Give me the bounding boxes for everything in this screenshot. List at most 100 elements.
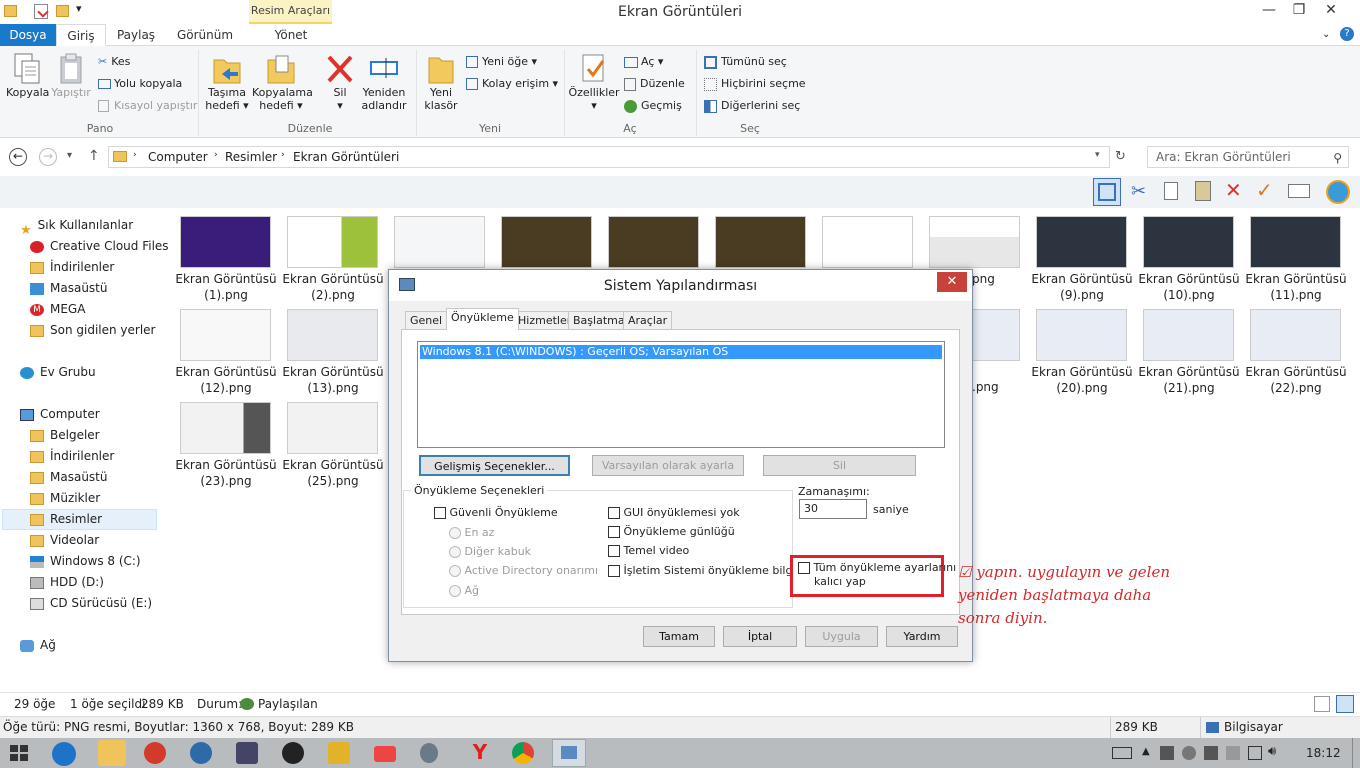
timeout-input[interactable]: 30 [799,499,867,519]
globe-icon[interactable] [1326,180,1350,204]
tab-paylas[interactable]: Paylaş [110,24,162,46]
forward-arrow-icon[interactable]: → [39,148,57,166]
select-none-button[interactable]: Hiçbirini seçme [704,77,806,91]
file-item[interactable] [180,402,271,454]
volume-icon[interactable]: 🔊︎ [1268,744,1276,759]
nav-item-recent[interactable]: Son gidilen yerler [30,320,190,341]
breadcrumb-chevron-icon[interactable]: › [214,150,218,160]
nav-item-homegroup[interactable]: Ev Grubu [20,362,180,383]
checkmark-icon[interactable]: ✓ [1256,178,1273,202]
tab-dosya[interactable]: Dosya [0,24,56,46]
nav-item-drive-d[interactable]: HDD (D:) [30,572,190,593]
up-arrow-icon[interactable]: ↑ [88,148,100,164]
advanced-options-button[interactable]: Gelişmiş Seçenekler... [419,455,570,476]
file-name-partial[interactable]: .png [972,379,1002,395]
nav-item-desktop-2[interactable]: Masaüstü [30,467,190,488]
file-item[interactable] [287,309,378,361]
tab-giris[interactable]: Giriş [56,24,106,46]
app-taskbar-icon[interactable] [236,742,258,764]
back-arrow-icon[interactable]: ← [9,148,27,166]
file-name[interactable]: Ekran Görüntüsü (1).png [173,271,279,303]
file-item[interactable] [501,216,592,268]
drop-taskbar-icon[interactable] [420,743,438,763]
copy-icon[interactable] [1164,182,1178,200]
large-icons-view-icon[interactable] [1336,695,1354,713]
nav-item-computer[interactable]: Computer [20,404,180,425]
file-item[interactable] [608,216,699,268]
nav-item-downloads[interactable]: İndirilenler [30,257,190,278]
breadcrumb-resimler[interactable]: Resimler [225,150,277,164]
boot-log-checkbox[interactable]: Önyükleme günlüğü [608,525,735,538]
delete-entry-button[interactable]: Sil [763,455,916,476]
delete-button[interactable]: Sil ▾ [320,52,360,112]
minimize-button[interactable]: — [1254,0,1284,22]
file-item[interactable] [1250,309,1341,361]
nav-item-videos[interactable]: Videolar [30,530,190,551]
file-name[interactable]: Ekran Görüntüsü (13).png [280,364,386,396]
select-all-button[interactable]: Tümünü seç [704,55,787,69]
nav-item-creative-cloud[interactable]: Creative Cloud Files [30,236,190,257]
file-name[interactable]: Ekran Görüntüsü (2).png [280,271,386,303]
file-name[interactable]: Ekran Görüntüsü (21).png [1136,364,1242,396]
file-item[interactable] [715,216,806,268]
tab-gorunum[interactable]: Görünüm [172,24,238,46]
nav-item-downloads-2[interactable]: İndirilenler [30,446,190,467]
refresh-icon[interactable]: ↻ [1115,149,1126,164]
file-item[interactable] [287,402,378,454]
paste-button[interactable]: Yapıştır [50,52,92,99]
ad-repair-radio[interactable]: Active Directory onarımı [449,564,598,577]
breadcrumb-chevron-icon[interactable]: › [133,150,137,160]
keyboard-tray-icon[interactable] [1112,747,1132,759]
tray-app-icon[interactable] [1182,746,1196,760]
open-button[interactable]: Aç ▾ [624,55,663,68]
help-icon[interactable]: ? [1340,27,1354,41]
file-name-partial[interactable]: png [972,271,1002,287]
rename-button[interactable]: Yeniden adlandır [360,52,408,112]
tray-app-icon[interactable] [1204,746,1218,760]
tab-hizmetler[interactable]: Hizmetler [513,311,577,330]
file-item[interactable] [929,216,1020,268]
properties-button[interactable]: Özellikler ▾ [568,52,620,112]
file-name[interactable]: Ekran Görüntüsü (23).png [173,457,279,489]
tab-araclar[interactable]: Araçlar [623,311,673,330]
minimal-radio[interactable]: En az [449,526,494,539]
windows-start-icon[interactable] [10,745,28,761]
apply-button[interactable]: Uygula [805,626,878,647]
tray-app-icon[interactable] [1226,746,1240,760]
nav-item-network[interactable]: Ağ [20,635,180,656]
nav-item-desktop[interactable]: Masaüstü [30,278,190,299]
file-name[interactable]: Ekran Görüntüsü (10).png [1136,271,1242,303]
new-item-button[interactable]: Yeni öğe ▾ [466,55,537,68]
breadcrumb-computer[interactable]: Computer [148,150,208,164]
help-button[interactable]: Yardım [886,626,958,647]
nav-item-mega[interactable]: M MEGA [30,299,190,320]
base-video-checkbox[interactable]: Temel video [608,544,689,557]
rename-icon[interactable] [1288,184,1310,198]
ie-taskbar-icon[interactable] [52,742,76,766]
breadcrumb-current[interactable]: Ekran Görüntüleri [293,150,399,164]
cancel-button[interactable]: İptal [723,626,797,647]
file-item[interactable] [287,216,378,268]
copy-button[interactable]: Kopyala [6,52,49,99]
file-name[interactable]: Ekran Görüntüsü (20).png [1029,364,1135,396]
alternate-shell-radio[interactable]: Diğer kabuk [449,545,531,558]
file-name[interactable]: Ekran Görüntüsü (11).png [1243,271,1349,303]
history-button[interactable]: Geçmiş [624,99,682,113]
make-permanent-checkbox[interactable]: Tüm önyükleme ayarlarını [798,561,956,574]
new-folder-button[interactable]: Yeni klasör [420,52,462,112]
nav-item-music[interactable]: Müzikler [30,488,190,509]
file-item[interactable] [394,216,485,268]
nav-item-pictures[interactable]: Resimler [30,509,190,530]
safe-boot-checkbox[interactable]: Güvenli Önyükleme [434,506,558,519]
cut-button[interactable]: ✂ Kes [98,55,130,68]
dialog-close-button[interactable]: ✕ [937,272,967,292]
recent-dropdown-icon[interactable]: ▾ [67,150,72,161]
action-center-icon[interactable] [1248,746,1262,760]
nav-item-drive-c[interactable]: Windows 8 (C:) [30,551,190,572]
file-item[interactable] [1143,216,1234,268]
preview-pane-icon[interactable] [1093,178,1121,206]
explorer-taskbar-icon[interactable] [98,740,126,766]
nav-item-drive-e[interactable]: CD Sürücüsü (E:) [30,593,190,614]
copy-path-button[interactable]: Yolu kopyala [98,77,182,90]
file-item[interactable] [1036,309,1127,361]
